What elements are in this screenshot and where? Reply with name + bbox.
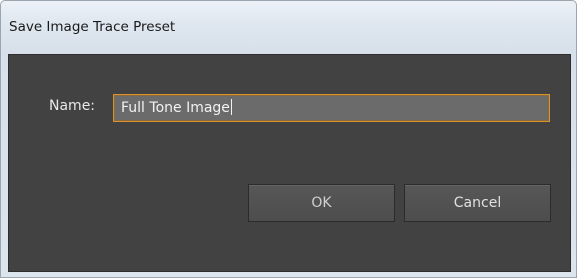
dialog-window: Save Image Trace Preset Name: Full Tone … xyxy=(0,0,577,278)
title-bar[interactable]: Save Image Trace Preset xyxy=(1,1,576,53)
name-input-value: Full Tone Image xyxy=(121,100,230,116)
window-title: Save Image Trace Preset xyxy=(9,19,176,35)
name-label: Name: xyxy=(49,98,96,114)
text-caret xyxy=(230,99,232,115)
cancel-button[interactable]: Cancel xyxy=(404,184,551,222)
ok-button[interactable]: OK xyxy=(248,184,395,222)
dialog-body: Name: Full Tone Image OK Cancel xyxy=(8,54,571,272)
name-input[interactable]: Full Tone Image xyxy=(113,94,550,122)
